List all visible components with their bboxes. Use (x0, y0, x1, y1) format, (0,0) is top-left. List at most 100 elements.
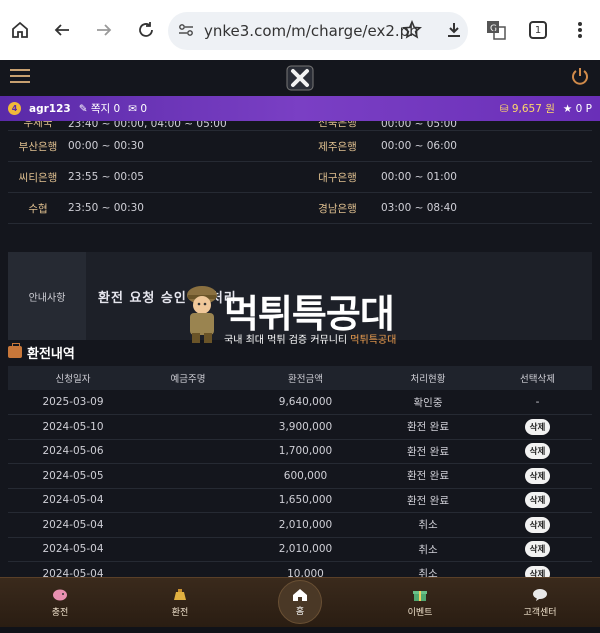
amount-cell: 2,010,000 (238, 537, 373, 562)
bank-hours-row: 우체국 23:40 ~ 00:00, 04:00 ~ 05:00 전북은행 00… (8, 121, 592, 131)
browser-toolbar: ynke3.com/m/charge/ex2.ph G 1 (0, 0, 600, 60)
level-badge: 4 (8, 102, 21, 115)
delete-button[interactable]: 삭제 (524, 516, 551, 533)
balance: ⛁ 9,657 원 (500, 101, 555, 116)
action-cell: 삭제 (483, 439, 592, 464)
date-cell: 2024-05-05 (8, 463, 138, 489)
bank-time: 00:00 ~ 00:30 (68, 140, 144, 152)
date-cell: 2024-05-06 (8, 439, 138, 464)
status-cell: 환전 완료 (373, 463, 483, 489)
bank-hours-row: 부산은행 00:00 ~ 00:30 제주은행 00:00 ~ 06:00 (8, 131, 592, 162)
tab-count: 1 (529, 21, 547, 39)
bank-name: 경남은행 (318, 202, 357, 215)
translate-icon[interactable]: G (480, 14, 512, 46)
watermark-subtitle-accent: 먹튀특공대 (350, 335, 397, 346)
table-row: 2024-05-10 3,900,000 환전 완료 삭제 (8, 414, 592, 440)
bank-time: 00:00 ~ 05:00 (381, 121, 457, 130)
bank-name: 제주은행 (318, 140, 357, 153)
column-header: 선택삭제 (483, 366, 592, 390)
section-title: 환전내역 (8, 341, 75, 363)
date-cell: 2025-03-09 (8, 390, 138, 415)
amount-cell: 600,000 (238, 463, 373, 489)
bank-hours-row: 씨티은행 23:55 ~ 00:05 대구은행 00:00 ~ 01:00 (8, 162, 592, 193)
action-cell: 삭제 (483, 463, 592, 489)
bank-time: 00:00 ~ 06:00 (381, 140, 457, 152)
watermark-subtitle: 국내 최대 먹튀 검증 커뮤니티 먹튀특공대 (224, 331, 396, 346)
messages-count: 0 (140, 102, 148, 115)
watermark-title: 먹튀특공대 (224, 292, 395, 336)
forward-arrow-icon[interactable] (88, 14, 120, 46)
bank-name: 수협 (28, 202, 48, 215)
column-header: 신청일자 (8, 366, 138, 390)
bookmark-star-icon[interactable] (396, 14, 428, 46)
table-row: 2024-05-04 2,010,000 취소 삭제 (8, 512, 592, 538)
points-value: 0 P (575, 102, 592, 115)
name-cell (138, 463, 238, 489)
name-cell (138, 414, 238, 440)
action-cell: 삭제 (483, 414, 592, 440)
messages-link[interactable]: ✉ 0 (128, 103, 147, 115)
home-icon[interactable] (4, 14, 36, 46)
notes-count: 쪽지 0 (90, 103, 121, 115)
url-text[interactable]: ynke3.com/m/charge/ex2.ph (204, 22, 419, 40)
system-bar (0, 627, 600, 633)
bank-name: 씨티은행 (18, 171, 58, 184)
star-icon: ★ (562, 102, 573, 115)
username[interactable]: agr123 (29, 103, 71, 115)
download-icon[interactable] (438, 14, 470, 46)
nav-event[interactable]: 이벤트 (380, 588, 460, 618)
status-cell: 취소 (373, 512, 483, 538)
watermark: 먹튀특공대 국내 최대 먹튀 검증 커뮤니티 먹튀특공대 (180, 283, 430, 351)
piggy-bank-icon (53, 589, 67, 600)
column-header: 예금주명 (138, 366, 238, 390)
table-row: 2024-05-05 600,000 환전 완료 삭제 (8, 463, 592, 489)
money-bag-icon (174, 588, 186, 600)
bank-hours-row: 수협 23:50 ~ 00:30 경남은행 03:00 ~ 08:40 (8, 193, 592, 224)
amount-cell: 1,700,000 (238, 439, 373, 464)
power-icon[interactable] (570, 66, 590, 90)
status-cell: 취소 (373, 537, 483, 562)
nav-charge[interactable]: 충전 (20, 588, 100, 618)
nav-home-label: 홈 (295, 606, 305, 617)
site-settings-icon[interactable] (178, 22, 194, 41)
hamburger-menu-icon[interactable] (10, 68, 30, 88)
watermark-subtitle-main: 국내 최대 먹튀 검증 커뮤니티 (224, 335, 351, 346)
delete-button[interactable]: 삭제 (524, 418, 551, 435)
wallet-icon: ⛁ (499, 103, 509, 115)
site-logo[interactable] (285, 63, 315, 93)
status-cell: 확인중 (373, 390, 483, 415)
nav-support[interactable]: 고객센터 (500, 588, 580, 618)
delete-button[interactable]: 삭제 (524, 467, 551, 484)
delete-button[interactable]: 삭제 (524, 541, 551, 558)
amount-cell: 2,010,000 (238, 512, 373, 538)
action-cell: - (483, 390, 592, 415)
message-icon: ✉ (128, 102, 138, 115)
bank-time: 23:50 ~ 00:30 (68, 202, 144, 214)
name-cell (138, 537, 238, 562)
nav-exchange[interactable]: 환전 (140, 588, 220, 618)
tabs-icon[interactable]: 1 (522, 14, 554, 46)
chat-bubble-icon (533, 588, 547, 601)
more-menu-icon[interactable] (564, 14, 596, 46)
exchange-history-table: 신청일자 예금주명 환전금액 처리현황 선택삭제 2025-03-09 9,64… (8, 366, 592, 587)
bank-time: 23:55 ~ 00:05 (68, 171, 144, 183)
notice-label: 안내사항 (8, 252, 86, 340)
nav-exchange-label: 환전 (171, 607, 189, 618)
status-cell: 환전 완료 (373, 439, 483, 464)
bank-name: 우체국 (23, 121, 53, 129)
bank-name: 대구은행 (318, 171, 357, 184)
bank-name: 부산은행 (18, 140, 58, 153)
bank-hours-table: 우체국 23:40 ~ 00:00, 04:00 ~ 05:00 전북은행 00… (8, 121, 592, 224)
bank-time: 23:40 ~ 00:00, 04:00 ~ 05:00 (68, 121, 227, 130)
nav-home[interactable]: 홈 (278, 580, 322, 624)
table-header-row: 신청일자 예금주명 환전금액 처리현황 선택삭제 (8, 366, 592, 390)
reload-icon[interactable] (130, 14, 162, 46)
section-title-text: 환전내역 (27, 346, 75, 362)
amount-cell: 1,650,000 (238, 488, 373, 513)
name-cell (138, 488, 238, 513)
delete-button[interactable]: 삭제 (524, 443, 551, 460)
notes-link[interactable]: ✎ 쪽지 0 (79, 101, 121, 116)
delete-button[interactable]: 삭제 (524, 492, 551, 509)
action-cell: 삭제 (483, 512, 592, 538)
back-arrow-icon[interactable] (46, 14, 78, 46)
